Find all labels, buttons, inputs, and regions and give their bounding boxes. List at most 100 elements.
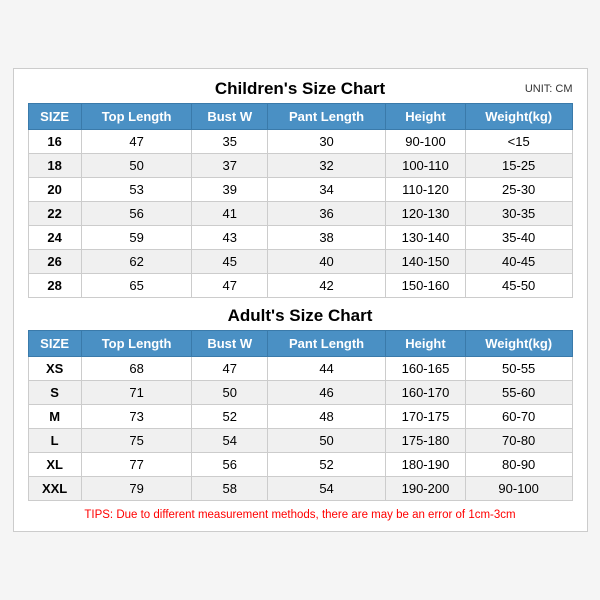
table-cell: 53 — [81, 178, 192, 202]
adult-chart-title: Adult's Size Chart — [228, 306, 373, 326]
table-cell: 40 — [267, 250, 385, 274]
table-cell: 24 — [28, 226, 81, 250]
table-cell: 52 — [192, 405, 268, 429]
adult-col-bust-w: Bust W — [192, 331, 268, 357]
table-cell: 52 — [267, 453, 385, 477]
table-cell: 50-55 — [465, 357, 572, 381]
table-cell: 90-100 — [465, 477, 572, 501]
table-cell: 22 — [28, 202, 81, 226]
table-cell: 20 — [28, 178, 81, 202]
adult-col-height: Height — [386, 331, 466, 357]
table-cell: 39 — [192, 178, 268, 202]
table-cell: 65 — [81, 274, 192, 298]
table-cell: 70-80 — [465, 429, 572, 453]
table-cell: 43 — [192, 226, 268, 250]
table-cell: 28 — [28, 274, 81, 298]
adult-header-row: SIZE Top Length Bust W Pant Length Heigh… — [28, 331, 572, 357]
table-cell: 44 — [267, 357, 385, 381]
table-cell: 32 — [267, 154, 385, 178]
table-cell: 25-30 — [465, 178, 572, 202]
table-row: XL775652180-19080-90 — [28, 453, 572, 477]
table-row: 26624540140-15040-45 — [28, 250, 572, 274]
table-cell: 56 — [81, 202, 192, 226]
table-cell: 54 — [192, 429, 268, 453]
table-cell: 175-180 — [386, 429, 466, 453]
table-cell: 38 — [267, 226, 385, 250]
table-cell: 37 — [192, 154, 268, 178]
table-cell: 16 — [28, 130, 81, 154]
tips-text: TIPS: Due to different measurement metho… — [28, 509, 573, 521]
table-row: 1647353090-100<15 — [28, 130, 572, 154]
table-cell: 50 — [81, 154, 192, 178]
adult-size-table: SIZE Top Length Bust W Pant Length Heigh… — [28, 330, 573, 501]
table-cell: 130-140 — [386, 226, 466, 250]
table-cell: 15-25 — [465, 154, 572, 178]
table-cell: 110-120 — [386, 178, 466, 202]
adult-col-size: SIZE — [28, 331, 81, 357]
children-col-height: Height — [386, 104, 466, 130]
table-cell: 77 — [81, 453, 192, 477]
table-cell: 80-90 — [465, 453, 572, 477]
table-cell: 34 — [267, 178, 385, 202]
table-cell: 79 — [81, 477, 192, 501]
table-cell: 120-130 — [386, 202, 466, 226]
table-cell: 190-200 — [386, 477, 466, 501]
table-cell: M — [28, 405, 81, 429]
table-cell: 160-165 — [386, 357, 466, 381]
table-row: M735248170-17560-70 — [28, 405, 572, 429]
table-cell: 45 — [192, 250, 268, 274]
table-cell: 90-100 — [386, 130, 466, 154]
children-col-bust-w: Bust W — [192, 104, 268, 130]
table-cell: XL — [28, 453, 81, 477]
table-cell: 18 — [28, 154, 81, 178]
table-cell: 55-60 — [465, 381, 572, 405]
table-cell: 100-110 — [386, 154, 466, 178]
table-cell: 47 — [192, 357, 268, 381]
table-cell: 50 — [192, 381, 268, 405]
table-row: 24594338130-14035-40 — [28, 226, 572, 250]
table-cell: 35-40 — [465, 226, 572, 250]
table-cell: 50 — [267, 429, 385, 453]
table-cell: 46 — [267, 381, 385, 405]
table-cell: 59 — [81, 226, 192, 250]
table-cell: 71 — [81, 381, 192, 405]
table-cell: XS — [28, 357, 81, 381]
table-cell: <15 — [465, 130, 572, 154]
table-cell: 42 — [267, 274, 385, 298]
table-cell: S — [28, 381, 81, 405]
unit-label: UNIT: CM — [525, 83, 573, 95]
table-cell: 26 — [28, 250, 81, 274]
table-cell: 150-160 — [386, 274, 466, 298]
adult-title-row: Adult's Size Chart — [28, 306, 573, 326]
table-cell: 73 — [81, 405, 192, 429]
table-cell: 54 — [267, 477, 385, 501]
table-cell: 45-50 — [465, 274, 572, 298]
table-cell: XXL — [28, 477, 81, 501]
children-size-table: SIZE Top Length Bust W Pant Length Heigh… — [28, 103, 573, 298]
table-cell: 68 — [81, 357, 192, 381]
children-header-row: SIZE Top Length Bust W Pant Length Heigh… — [28, 104, 572, 130]
table-cell: 62 — [81, 250, 192, 274]
table-cell: 47 — [192, 274, 268, 298]
children-col-size: SIZE — [28, 104, 81, 130]
adult-col-weight: Weight(kg) — [465, 331, 572, 357]
table-row: 18503732100-11015-25 — [28, 154, 572, 178]
table-cell: L — [28, 429, 81, 453]
table-row: 20533934110-12025-30 — [28, 178, 572, 202]
table-cell: 58 — [192, 477, 268, 501]
table-cell: 40-45 — [465, 250, 572, 274]
table-row: 22564136120-13030-35 — [28, 202, 572, 226]
table-cell: 35 — [192, 130, 268, 154]
table-cell: 60-70 — [465, 405, 572, 429]
table-cell: 30-35 — [465, 202, 572, 226]
table-row: L755450175-18070-80 — [28, 429, 572, 453]
table-row: S715046160-17055-60 — [28, 381, 572, 405]
table-cell: 56 — [192, 453, 268, 477]
table-cell: 30 — [267, 130, 385, 154]
table-row: 28654742150-16045-50 — [28, 274, 572, 298]
children-chart-title: Children's Size Chart — [215, 79, 385, 99]
adult-col-pant-length: Pant Length — [267, 331, 385, 357]
children-col-weight: Weight(kg) — [465, 104, 572, 130]
table-cell: 180-190 — [386, 453, 466, 477]
children-col-top-length: Top Length — [81, 104, 192, 130]
